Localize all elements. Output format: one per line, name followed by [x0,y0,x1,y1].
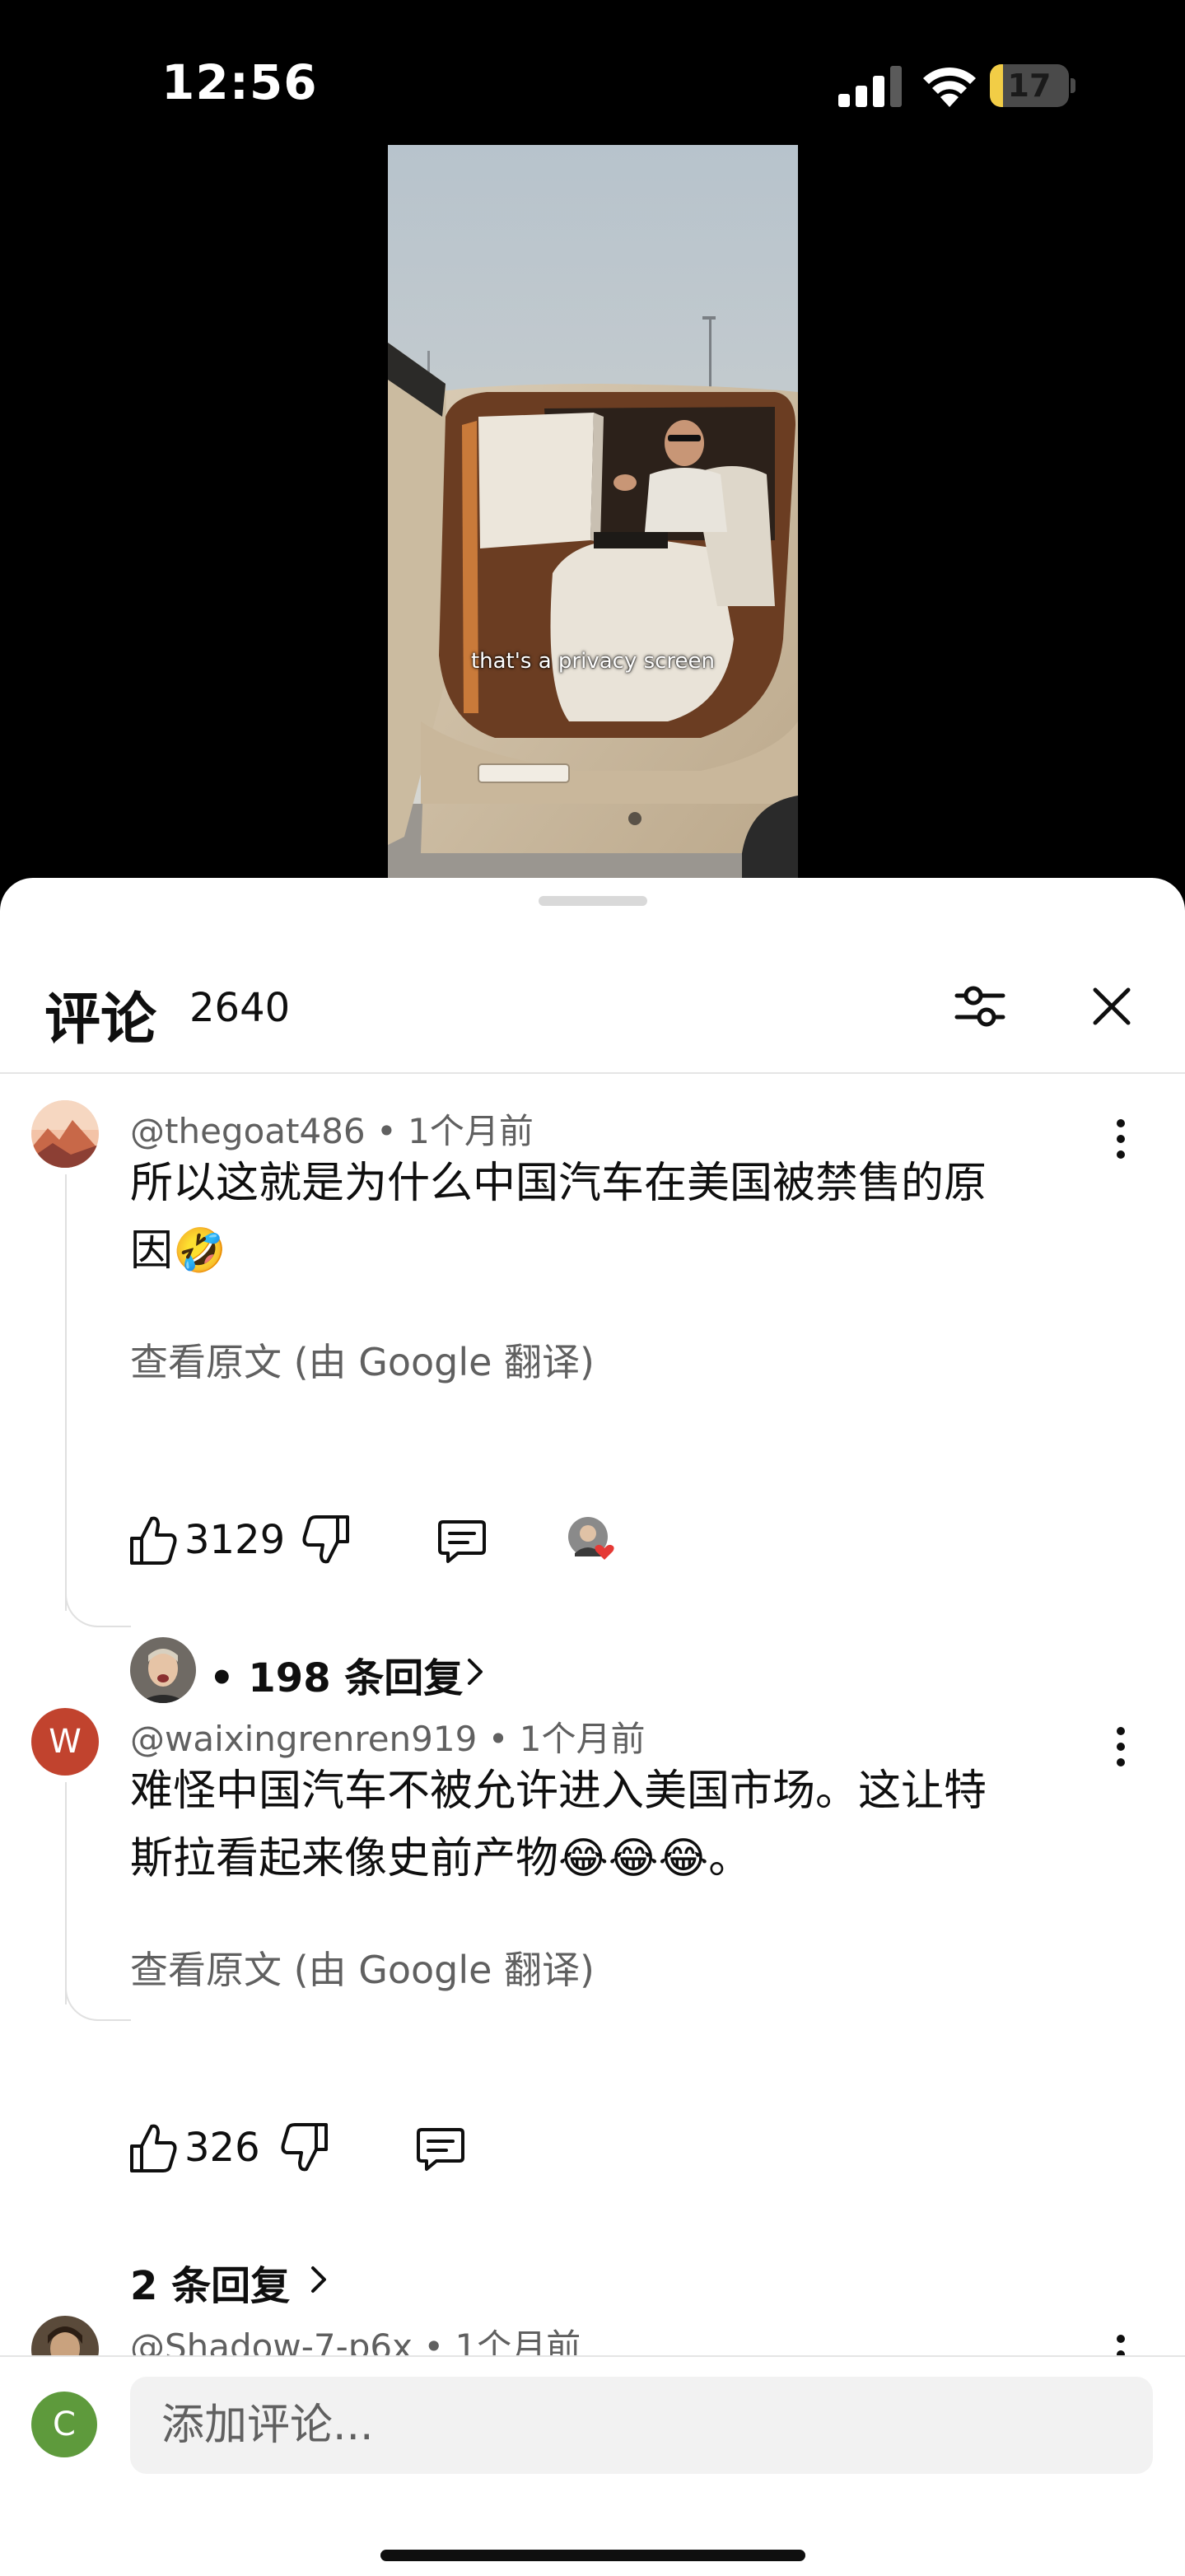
video-thumbnail-image [388,145,798,878]
reply-avatar [130,1637,196,1703]
status-bar: 12:56 17 [0,0,1185,145]
avatar[interactable] [31,1100,99,1168]
avatar-letter: W [49,1723,82,1761]
thumbs-down-icon[interactable] [277,2115,334,2181]
close-icon[interactable] [1079,973,1145,1039]
comment-item: W @waixingrenren919 • 1个月前 难怪中国汽车不被允许进入美… [0,1708,1185,2317]
comments-sheet: 评论 2640 @thegoat486 • 1个月前 所以这就是为什么中国汽车在… [0,878,1185,2576]
home-indicator[interactable] [380,2550,805,2561]
add-comment-input[interactable] [130,2377,1153,2474]
comment-actions: 326 [124,2115,700,2181]
see-original-link[interactable]: 查看原文 (由 Google 翻译) [130,1332,595,1387]
more-options-icon[interactable] [1100,1110,1141,1168]
comment-meta: @thegoat486 • 1个月前 [130,1111,534,1151]
user-avatar[interactable]: C [31,2392,97,2457]
comment-text: 所以这就是为什么中国汽车在美国被禁售的原 因🤣 [130,1150,1102,1285]
creator-heart-icon [568,1517,614,1560]
comment-item: @thegoat486 • 1个月前 所以这就是为什么中国汽车在美国被禁售的原 … [0,1100,1185,1726]
like-count: 3129 [184,1517,286,1563]
status-time: 12:56 [161,54,318,110]
comment-text-line: 因🤣 [130,1226,226,1276]
replies-count: 2 条回复 [130,2263,291,2309]
video-caption: that's a privacy screen [470,649,716,674]
see-original-link[interactable]: 查看原文 (由 Google 翻译) [130,1940,595,1995]
replies-count: • 198 条回复 [209,1655,464,1701]
comment-text-line: 斯拉看起来像史前产物😂😂😂。 [130,1834,752,1883]
comment-text-line: 所以这就是为什么中国汽车在美国被禁售的原 [130,1159,987,1208]
mountain-avatar-icon [31,1100,99,1168]
comment-meta: @waixingrenren919 • 1个月前 [130,1719,646,1759]
comment-text-line: 难怪中国汽车不被允许进入美国市场。这让特 [130,1766,987,1816]
thread-line [65,1174,67,1611]
add-comment-bar: C [0,2355,1185,2576]
thumbs-up-icon[interactable] [124,2115,181,2181]
replier-avatar-icon [130,1637,196,1703]
comments-count: 2640 [189,985,291,1031]
comment-actions: 3129 [124,1507,700,1573]
wifi-icon [923,68,976,107]
comments-header: 评论 2640 [0,944,1185,1059]
reply-comment-icon[interactable] [412,2115,469,2181]
comment-text: 难怪中国汽车不被允许进入美国市场。这让特 斯拉看起来像史前产物😂😂😂。 [130,1757,1102,1892]
avatar[interactable]: W [31,1708,99,1776]
filter-sliders-icon[interactable] [947,973,1013,1039]
thread-line [65,1782,67,2004]
header-divider [0,1072,1185,1074]
video-frame[interactable]: that's a privacy screen [388,145,798,878]
more-options-icon[interactable] [1100,1718,1141,1776]
thumbs-down-icon[interactable] [298,1507,356,1573]
battery-level: 17 [1007,68,1052,104]
chevron-right-icon [311,2266,326,2293]
reply-comment-icon[interactable] [433,1507,491,1573]
cellular-signal-icon [838,66,902,107]
thumbs-up-icon[interactable] [124,1507,181,1573]
chevron-right-icon [468,1659,483,1685]
drag-handle[interactable] [539,896,647,906]
like-count: 326 [184,2125,260,2171]
battery-icon: 17 [990,64,1075,107]
video-player[interactable]: that's a privacy screen [0,145,1185,878]
thread-curve [65,1594,131,1627]
thread-curve [65,1988,131,2021]
comments-title: 评论 [44,987,157,1052]
